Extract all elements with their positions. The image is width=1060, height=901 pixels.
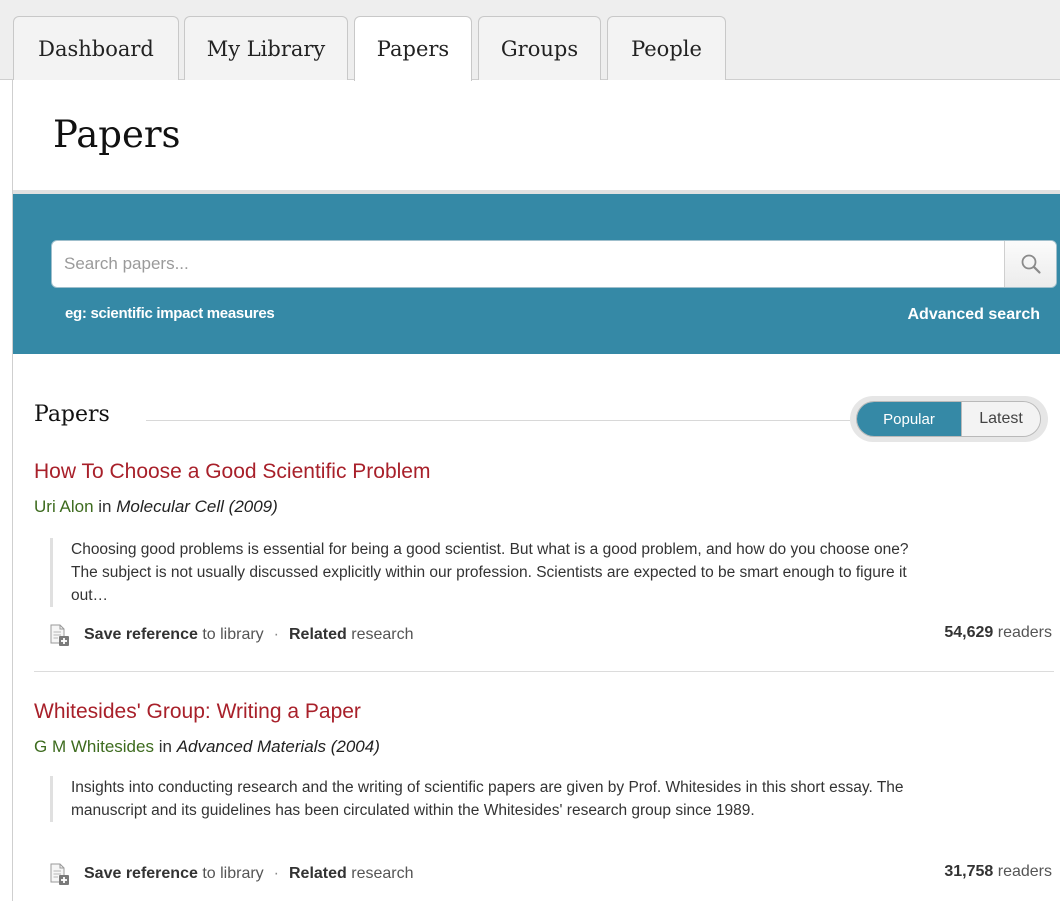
readers-count: 54,629 readers [944,624,1052,641]
paper-title-link[interactable]: Whitesides' Group: Writing a Paper [34,700,361,724]
tab-people[interactable]: People [607,16,726,80]
search-button[interactable] [1004,241,1056,287]
save-document-icon[interactable] [48,863,70,885]
readers-count: 31,758 readers [944,863,1052,880]
tab-groups[interactable]: Groups [478,16,601,80]
advanced-search-link[interactable]: Advanced search [907,306,1040,324]
sort-latest-button[interactable]: Latest [961,402,1040,436]
page-title: Papers [53,113,181,156]
section-divider [146,420,850,421]
separator-dot: · [273,865,279,882]
paper-actions: Save reference to library · Related rese… [48,863,414,885]
save-reference-link[interactable]: Save reference to library [84,865,264,883]
paper-title-link[interactable]: How To Choose a Good Scientific Problem [34,460,430,484]
save-document-icon[interactable] [48,624,70,646]
search-box [51,240,1057,288]
tab-dashboard[interactable]: Dashboard [13,16,179,80]
paper-abstract: Insights into conducting research and th… [50,776,930,822]
paper-actions: Save reference to library · Related rese… [48,624,414,646]
related-research-link[interactable]: Related research [289,865,414,883]
in-word: in [158,737,172,756]
paper-divider [34,671,1054,672]
in-word: in [98,497,112,516]
tab-papers[interactable]: Papers [354,16,472,81]
paper-meta: Uri Alon in Molecular Cell (2009) [34,497,278,517]
tab-bar: Dashboard My Library Papers Groups Peopl… [0,0,1060,81]
paper-author-link[interactable]: G M Whitesides [34,737,154,756]
sort-popular-button[interactable]: Popular [857,402,961,436]
search-input[interactable] [52,241,1004,287]
paper-journal: Advanced Materials (2004) [176,737,380,756]
paper-journal: Molecular Cell (2009) [116,497,278,516]
paper-author-link[interactable]: Uri Alon [34,497,94,516]
sort-toggle: Popular Latest [850,396,1048,442]
search-icon [1021,254,1041,274]
tab-my-library[interactable]: My Library [184,16,348,80]
section-title: Papers [34,402,110,427]
separator-dot: · [273,626,279,643]
paper-abstract: Choosing good problems is essential for … [50,538,930,607]
paper-meta: G M Whitesides in Advanced Materials (20… [34,737,380,757]
search-hint: eg: scientific impact measures [65,305,275,322]
save-reference-link[interactable]: Save reference to library [84,626,264,644]
related-research-link[interactable]: Related research [289,626,414,644]
